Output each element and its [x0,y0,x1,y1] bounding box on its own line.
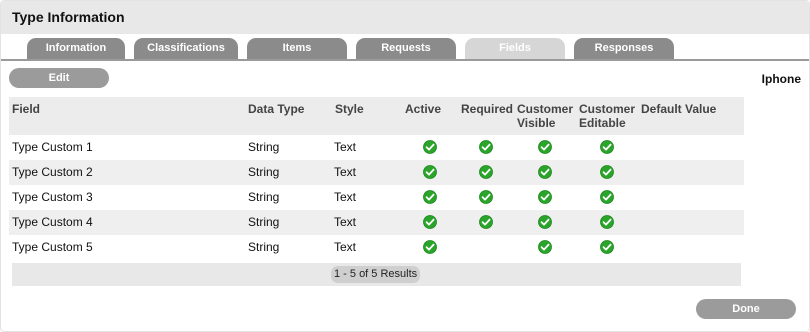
check-circle-icon [600,165,614,179]
table-header: Field Data Type Style Active Required Cu… [9,97,744,135]
cell-data-type: String [248,190,280,204]
check-circle-icon [538,165,552,179]
tab-requests[interactable]: Requests [356,38,456,59]
tab-divider [1,59,809,61]
check-circle-icon [479,165,493,179]
check-circle-icon [538,215,552,229]
table-body: Type Custom 1 String Text Type Custom 2 Stri… [9,135,744,260]
check-circle-icon [479,140,493,154]
cell-field: Type Custom 3 [12,190,93,204]
table-row[interactable]: Type Custom 4 String Text [9,210,744,235]
check-circle-icon [423,215,437,229]
fields-table: Field Data Type Style Active Required Cu… [9,97,744,260]
tab-classifications[interactable]: Classifications [134,38,238,59]
check-circle-icon [479,190,493,204]
column-header-style[interactable]: Style [335,102,364,116]
column-header-data-type[interactable]: Data Type [248,102,304,116]
cell-data-type: String [248,240,280,254]
customer-editable-line-2: Editable [579,116,626,130]
check-circle-icon [479,215,493,229]
tab-bar: Information Classifications Items Reques… [1,38,809,59]
check-circle-icon [600,190,614,204]
tab-items[interactable]: Items [247,38,347,59]
check-circle-icon [423,165,437,179]
check-circle-icon [600,215,614,229]
cell-style: Text [334,190,357,204]
cell-data-type: String [248,215,280,229]
cell-data-type: String [248,165,280,179]
page-title: Type Information [12,9,125,25]
cell-field: Type Custom 5 [12,240,93,254]
panel-header: Type Information [1,1,809,34]
column-header-field[interactable]: Field [12,102,40,116]
cell-style: Text [334,165,357,179]
table-row[interactable]: Type Custom 5 String Text [9,235,744,260]
cell-field: Type Custom 1 [12,140,93,154]
check-circle-icon [423,240,437,254]
edit-button[interactable]: Edit [9,68,109,88]
check-circle-icon [423,140,437,154]
check-circle-icon [423,190,437,204]
check-circle-icon [600,140,614,154]
table-row[interactable]: Type Custom 2 String Text [9,160,744,185]
check-circle-icon [538,240,552,254]
cell-field: Type Custom 4 [12,215,93,229]
check-circle-icon [538,140,552,154]
customer-visible-line-2: Visible [517,116,556,130]
tab-responses[interactable]: Responses [574,38,674,59]
pager-bar: 1 - 5 of 5 Results [12,263,741,286]
type-name-label: Iphone [761,72,801,86]
column-header-active[interactable]: Active [405,102,441,116]
cell-style: Text [334,140,357,154]
table-row[interactable]: Type Custom 1 String Text [9,135,744,160]
check-circle-icon [538,190,552,204]
column-header-required[interactable]: Required [461,102,513,116]
column-header-customer-visible[interactable]: Customer Visible [517,102,573,130]
cell-field: Type Custom 2 [12,165,93,179]
customer-visible-line-1: Customer [517,102,574,116]
pager-status: 1 - 5 of 5 Results [331,266,421,283]
type-information-panel: Type Information Information Classificat… [0,0,810,332]
column-header-customer-editable[interactable]: Customer Editable [579,102,635,130]
table-row[interactable]: Type Custom 3 String Text [9,185,744,210]
cell-data-type: String [248,140,280,154]
tab-fields[interactable]: Fields [465,38,565,59]
done-button[interactable]: Done [696,299,796,319]
customer-editable-line-1: Customer [579,102,636,116]
check-circle-icon [600,240,614,254]
cell-style: Text [334,215,357,229]
cell-style: Text [334,240,357,254]
tab-information[interactable]: Information [27,38,125,59]
column-header-default-value[interactable]: Default Value [641,102,716,116]
